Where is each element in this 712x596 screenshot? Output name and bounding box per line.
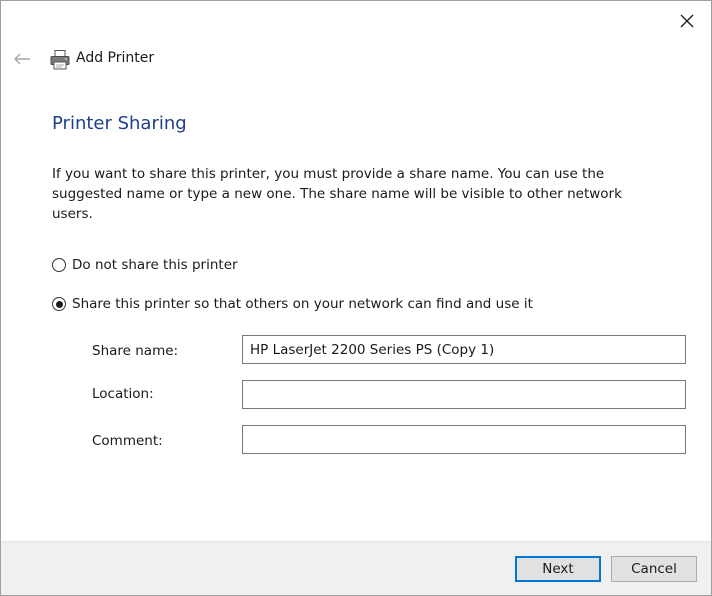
dialog-footer: Next Cancel — [1, 541, 711, 595]
share-printer-radio[interactable] — [52, 297, 66, 311]
comment-label: Comment: — [92, 433, 163, 449]
do-not-share-label: Do not share this printer — [72, 257, 238, 273]
share-name-input[interactable] — [242, 335, 686, 364]
page-description: If you want to share this printer, you m… — [52, 166, 622, 222]
back-button[interactable] — [9, 47, 35, 71]
share-printer-label: Share this printer so that others on you… — [72, 296, 533, 312]
printer-icon — [50, 50, 70, 70]
do-not-share-radio[interactable] — [52, 258, 66, 272]
page-heading: Printer Sharing — [52, 113, 187, 134]
do-not-share-option[interactable]: Do not share this printer — [52, 257, 238, 273]
close-icon — [680, 14, 694, 28]
comment-input[interactable] — [242, 425, 686, 454]
location-label: Location: — [92, 386, 154, 402]
back-arrow-icon — [14, 53, 30, 65]
add-printer-dialog: Add Printer Printer Sharing If you want … — [0, 0, 712, 596]
share-printer-option[interactable]: Share this printer so that others on you… — [52, 296, 533, 312]
window-title: Add Printer — [76, 50, 155, 66]
close-button[interactable] — [667, 7, 707, 35]
next-button[interactable]: Next — [515, 556, 601, 582]
cancel-button[interactable]: Cancel — [611, 556, 697, 582]
location-input[interactable] — [242, 380, 686, 409]
share-name-label: Share name: — [92, 343, 179, 359]
